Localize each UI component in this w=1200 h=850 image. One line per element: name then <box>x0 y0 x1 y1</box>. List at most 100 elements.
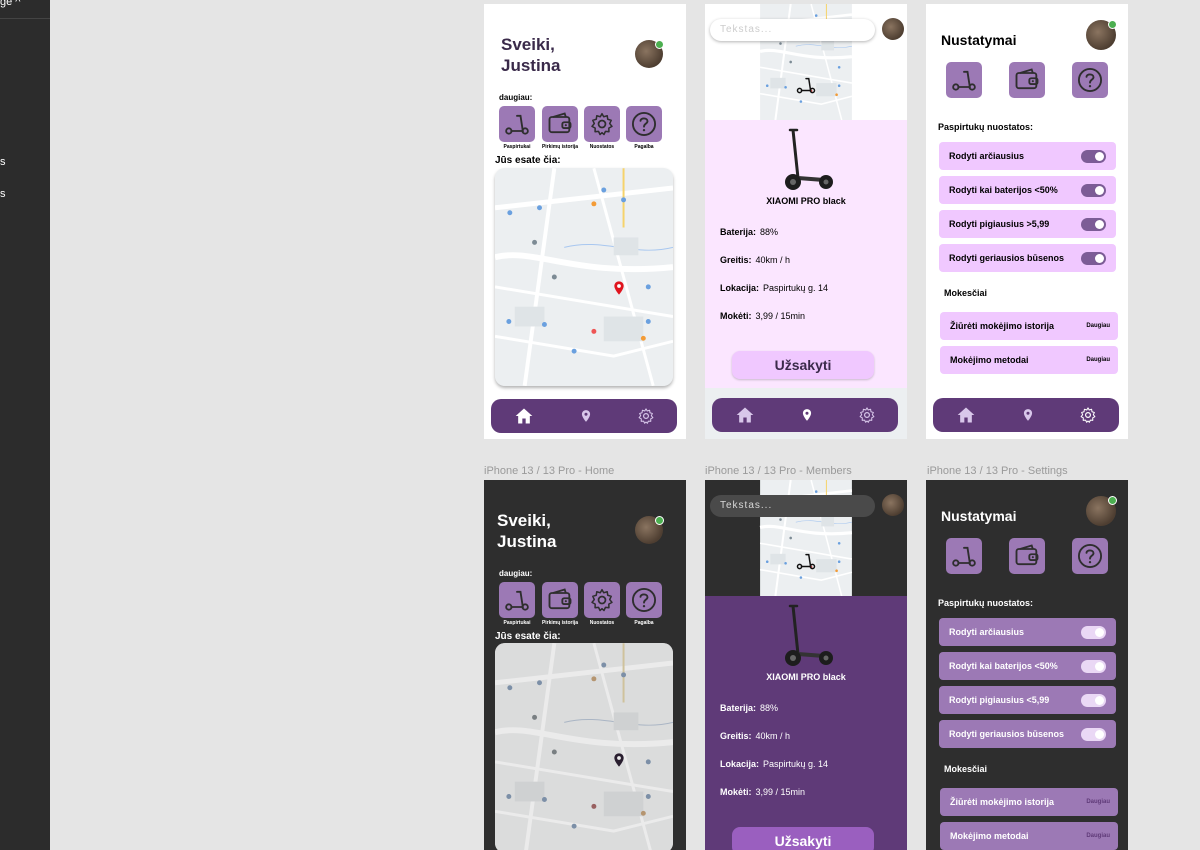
help-button[interactable] <box>626 582 662 618</box>
bottom-nav <box>933 398 1119 432</box>
battery-spec: Baterija: 88% <box>720 227 779 237</box>
search-input[interactable]: Tekstas... <box>710 495 875 517</box>
toggle-row-cheapest[interactable]: Rodyti pigiausius <5,99 <box>939 686 1116 714</box>
settings-button[interactable] <box>584 582 620 618</box>
wallet-icon <box>546 586 574 614</box>
payment-history-row[interactable]: Žiūrėti mokėjimo istorija Daugiau <box>940 312 1118 340</box>
bottom-nav <box>712 398 898 432</box>
more-link[interactable]: Daugiau <box>1086 323 1110 329</box>
toggle-switch[interactable] <box>1081 625 1106 639</box>
home-map[interactable] <box>495 168 673 386</box>
layer-item[interactable]: s <box>0 156 6 168</box>
help-button[interactable] <box>1072 538 1108 574</box>
order-button[interactable]: Užsakyti <box>732 351 874 379</box>
you-are-here-label: Jūs esate čia: <box>495 631 561 642</box>
toggle-row-battery[interactable]: Rodyti kai baterijos <50% <box>939 652 1116 680</box>
location-pin-icon[interactable] <box>579 407 593 425</box>
avatar[interactable] <box>882 18 904 40</box>
payments-label: Mokesčiai <box>944 288 988 298</box>
scooters-button[interactable] <box>946 62 982 98</box>
avatar[interactable] <box>882 494 904 516</box>
help-button[interactable] <box>626 106 662 142</box>
avatar[interactable] <box>1086 496 1117 526</box>
help-button[interactable] <box>1072 62 1108 98</box>
toggle-switch[interactable] <box>1081 183 1106 197</box>
speed-spec: Greitis: 40km / h <box>720 255 791 265</box>
online-status-dot <box>655 40 664 49</box>
scooter-icon <box>950 542 978 570</box>
online-status-dot <box>1108 20 1117 29</box>
scooter-name: XIAOMI PRO black <box>766 196 846 206</box>
page-selector[interactable]: ge ^ <box>0 0 20 8</box>
scooters-button[interactable] <box>499 582 535 618</box>
greeting: Sveiki, Justina <box>497 511 557 551</box>
gear-icon <box>589 587 615 613</box>
scooter-name: XIAOMI PRO black <box>766 672 846 682</box>
settings-button[interactable] <box>584 106 620 142</box>
settings-gear-icon[interactable] <box>858 406 876 424</box>
map-pin-icon <box>611 750 627 770</box>
purchase-history-button[interactable] <box>542 106 578 142</box>
toggle-row-battery[interactable]: Rodyti kai baterijos <50% <box>939 176 1116 204</box>
payments-label: Mokesčiai <box>944 764 988 774</box>
battery-spec: Baterija: 88% <box>720 703 779 713</box>
toggle-row-best-condition[interactable]: Rodyti geriausios būsenos <box>939 720 1116 748</box>
toggle-switch[interactable] <box>1081 217 1106 231</box>
payment-history-row[interactable]: Žiūrėti mokėjimo istorija Daugiau <box>940 788 1118 816</box>
home-icon[interactable] <box>513 406 535 426</box>
avatar[interactable] <box>635 40 664 68</box>
wallet-icon <box>546 110 574 138</box>
help-icon <box>630 586 658 614</box>
home-frame-light: Sveiki, Justina daugiau: Paspirtukai Pir… <box>484 4 686 439</box>
toggle-switch[interactable] <box>1081 693 1106 707</box>
wallet-button[interactable] <box>1009 62 1045 98</box>
settings-title: Nustatymai <box>941 508 1017 524</box>
frame-label-settings[interactable]: iPhone 13 / 13 Pro - Settings <box>927 465 1068 477</box>
more-link[interactable]: Daugiau <box>1086 833 1110 839</box>
you-are-here-label: Jūs esate čia: <box>495 155 561 166</box>
toggle-switch[interactable] <box>1081 659 1106 673</box>
settings-gear-icon[interactable] <box>637 407 655 425</box>
settings-title: Nustatymai <box>941 32 1017 48</box>
greeting: Sveiki, Justina <box>501 35 561 75</box>
home-icon[interactable] <box>734 405 756 425</box>
payment-methods-row[interactable]: Mokėjimo metodai Daugiau <box>940 822 1118 850</box>
purchase-history-button[interactable] <box>542 582 578 618</box>
wallet-button[interactable] <box>1009 538 1045 574</box>
help-icon <box>1076 542 1104 570</box>
scooter-image <box>776 126 836 196</box>
scooter-icon <box>503 110 531 138</box>
scooters-button[interactable] <box>946 538 982 574</box>
scooter-settings-label: Paspirtukų nuostatos: <box>938 122 1034 132</box>
gear-icon <box>589 111 615 137</box>
toggle-switch[interactable] <box>1081 251 1106 265</box>
settings-frame-dark: Nustatymai Paspirtukų nuostatos: Rodyti … <box>926 480 1128 850</box>
toggle-row-best-condition[interactable]: Rodyti geriausios būsenos <box>939 244 1116 272</box>
map-pin-icon <box>611 278 627 298</box>
search-input[interactable]: Tekstas... <box>710 19 875 41</box>
home-map[interactable] <box>495 643 673 850</box>
location-pin-icon[interactable] <box>1021 406 1035 424</box>
avatar[interactable] <box>635 516 664 544</box>
location-spec: Lokacija: Paspirtukų g. 14 <box>720 759 829 769</box>
map-background <box>495 168 673 386</box>
frame-label-home[interactable]: iPhone 13 / 13 Pro - Home <box>484 465 614 477</box>
toggle-row-cheapest[interactable]: Rodyti pigiausius >5,99 <box>939 210 1116 238</box>
settings-gear-icon[interactable] <box>1079 406 1097 424</box>
more-link[interactable]: Daugiau <box>1086 357 1110 363</box>
more-link[interactable]: Daugiau <box>1086 799 1110 805</box>
members-frame-light: Tekstas... XIAOMI PRO black Baterija: 88%… <box>705 4 907 439</box>
home-icon[interactable] <box>955 405 977 425</box>
layer-item[interactable]: s <box>0 188 6 200</box>
payment-methods-row[interactable]: Mokėjimo metodai Daugiau <box>940 346 1118 374</box>
avatar[interactable] <box>1086 20 1117 50</box>
frame-label-members[interactable]: iPhone 13 / 13 Pro - Members <box>705 465 852 477</box>
toggle-row-nearest[interactable]: Rodyti arčiausius <box>939 618 1116 646</box>
order-button[interactable]: Užsakyti <box>732 827 874 850</box>
scooter-icon <box>950 66 978 94</box>
toggle-row-nearest[interactable]: Rodyti arčiausius <box>939 142 1116 170</box>
toggle-switch[interactable] <box>1081 149 1106 163</box>
toggle-switch[interactable] <box>1081 727 1106 741</box>
location-pin-icon[interactable] <box>800 406 814 424</box>
scooters-button[interactable] <box>499 106 535 142</box>
